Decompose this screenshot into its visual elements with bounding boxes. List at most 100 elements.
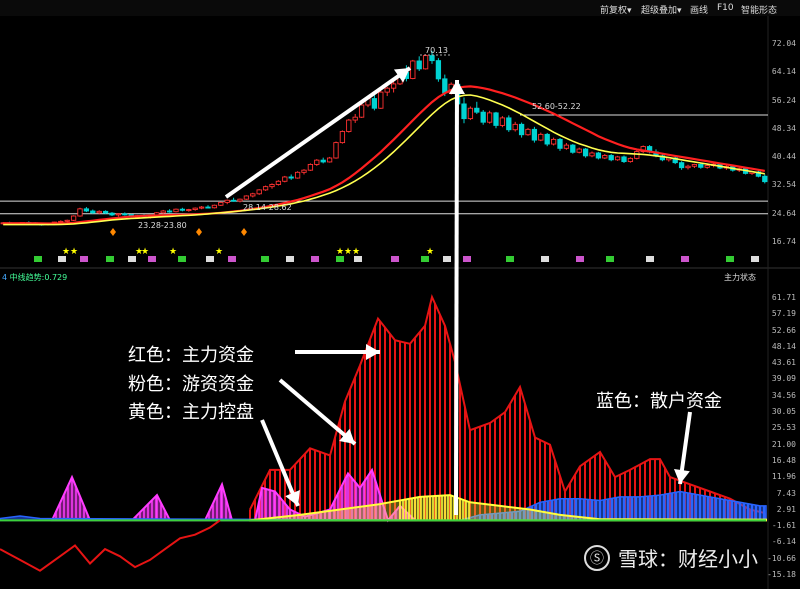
arrow-pink-label	[278, 378, 357, 446]
candle-body	[307, 163, 314, 171]
axis-tick-label: 48.34	[771, 123, 796, 133]
axis-tick-label: 16.74	[771, 237, 796, 246]
signal-badge	[576, 256, 584, 262]
candle-body	[122, 213, 128, 216]
range-label-2: 28.14-28.62	[243, 203, 292, 212]
candle-body	[102, 210, 109, 214]
candle-body	[211, 204, 218, 209]
candle-body	[218, 201, 224, 206]
axis-tick-label: 61.71	[771, 293, 796, 302]
candle-body	[90, 210, 96, 214]
axis-tick-label: -15.18	[767, 570, 796, 579]
signal-badge	[606, 256, 614, 262]
arrow-red-label-head	[366, 344, 380, 360]
candle-body	[288, 176, 294, 179]
candle-body	[262, 186, 269, 191]
star-icon: ★	[70, 247, 78, 257]
label-pink: 粉色：游资资金	[128, 374, 254, 395]
range-label-3: 52.60-52.22	[532, 102, 581, 111]
candle-body	[525, 128, 531, 136]
axis-tick-label: 57.19	[771, 309, 796, 319]
candle-body	[691, 163, 698, 167]
candle-body	[314, 159, 320, 165]
candle-body	[410, 60, 416, 79]
signal-badge	[148, 256, 156, 262]
candle-body	[237, 198, 243, 202]
candle-body	[474, 107, 480, 113]
candle-body	[544, 133, 550, 145]
signal-badge	[541, 256, 549, 262]
candle-body	[512, 123, 518, 131]
signal-badge	[106, 256, 114, 262]
watermark: Ⓢ 雪球：财经小小	[584, 543, 758, 572]
candle-body	[493, 112, 499, 126]
candle-body	[576, 148, 582, 153]
diamond-icon	[110, 228, 116, 236]
candle-body	[416, 60, 422, 70]
axis-tick-label: 21.00	[771, 439, 796, 449]
signal-badge	[646, 256, 654, 262]
candle-body	[358, 104, 365, 118]
candle-body	[77, 208, 83, 217]
candle-body	[256, 189, 262, 195]
label-yellow: 黄色：主力控盘	[128, 402, 254, 423]
star-icon: ★	[169, 247, 177, 257]
candle-body	[589, 152, 595, 157]
candle-body	[275, 180, 282, 185]
candle-body	[70, 215, 77, 221]
axis-tick-label: 32.54	[771, 180, 796, 190]
signal-badge	[443, 256, 451, 262]
candle-body	[192, 207, 198, 211]
candle-body	[205, 206, 211, 209]
candle-body	[243, 195, 250, 200]
star-icon: ★	[336, 247, 344, 257]
candle-body	[96, 210, 102, 214]
candle-body	[557, 138, 563, 149]
candle-body	[435, 60, 442, 80]
candle-body	[326, 157, 333, 163]
axis-tick-label: 39.09	[771, 374, 796, 384]
axis-tick-label: 24.64	[771, 208, 796, 218]
vertical-peak-arrow	[454, 79, 459, 516]
candle-body	[198, 206, 205, 209]
range-label-1: 23.28-23.80	[138, 221, 187, 230]
axis-tick-label: 56.24	[771, 95, 796, 105]
trend-line	[0, 519, 221, 572]
candle-body	[621, 156, 627, 163]
axis-tick-label: 40.44	[771, 152, 796, 162]
axis-tick-label: -6.14	[771, 537, 796, 547]
candle-body	[698, 163, 704, 168]
signal-badge	[80, 256, 88, 262]
peak-price-label: 70.13	[425, 46, 448, 55]
candle-body	[352, 116, 358, 121]
signal-badge	[228, 256, 236, 262]
signal-badge	[286, 256, 294, 262]
candle-body	[570, 144, 576, 153]
ma-yellow-line	[3, 94, 765, 226]
candle-body	[160, 210, 166, 214]
signal-badge	[311, 256, 319, 262]
candle-body	[531, 128, 538, 141]
candle-body	[486, 112, 493, 123]
candle-body	[678, 162, 685, 169]
candle-body	[595, 152, 602, 159]
indicator-header: 4 中线趋势:0.729	[2, 273, 68, 282]
candle-body	[422, 55, 429, 70]
signal-badge	[206, 256, 214, 262]
candle-body	[301, 169, 307, 173]
star-icon: ★	[426, 247, 434, 257]
signal-badge	[726, 256, 734, 262]
trend-arrow	[224, 66, 412, 199]
candle-body	[442, 78, 448, 94]
axis-tick-label: 25.53	[771, 423, 796, 433]
diamond-icon	[241, 228, 247, 236]
candle-body	[186, 209, 192, 212]
candle-body	[518, 123, 525, 136]
signal-badge	[506, 256, 514, 262]
candle-body	[64, 219, 70, 222]
candle-body	[282, 176, 288, 182]
star-icon: ★	[62, 247, 70, 257]
candle-body	[346, 119, 352, 132]
candle-body	[333, 142, 339, 159]
star-icon: ★	[215, 247, 223, 257]
